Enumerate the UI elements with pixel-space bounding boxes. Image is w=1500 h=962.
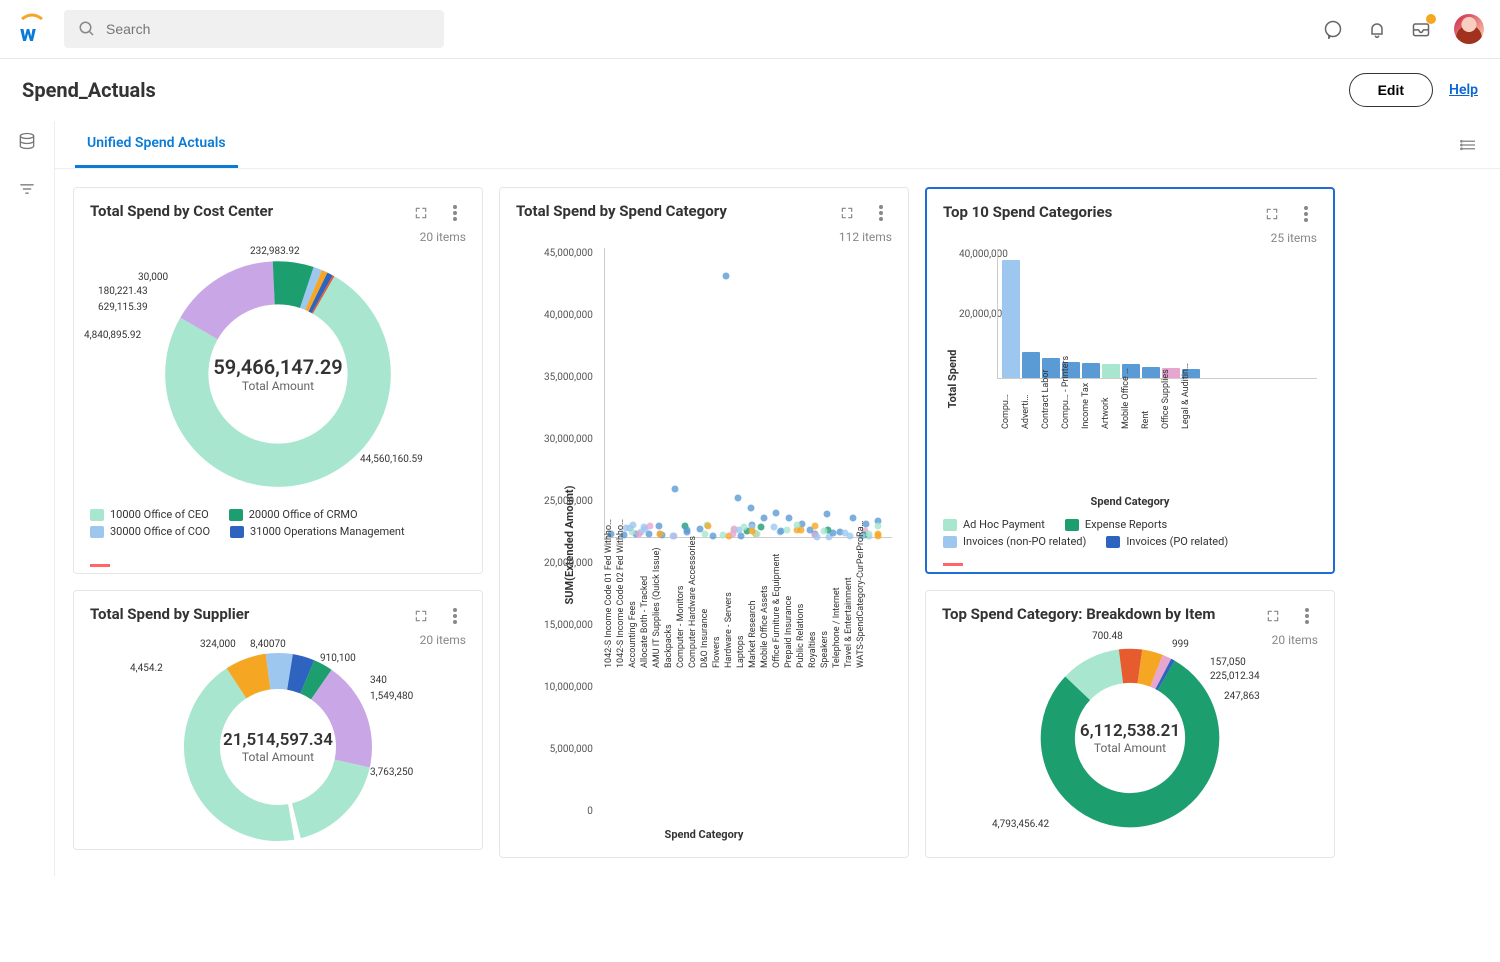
card-top10: Top 10 Spend Categories 25 items Total S… (925, 187, 1335, 574)
card-title: Total Spend by Supplier (90, 605, 400, 623)
items-count: 112 items (839, 230, 892, 244)
page-title: Spend_Actuals (22, 78, 156, 102)
user-avatar[interactable] (1454, 14, 1484, 44)
app-header: w (0, 0, 1500, 59)
legend-overflow-indicator[interactable] (943, 563, 963, 566)
card-scatter: Total Spend by Spend Category 112 items … (499, 187, 909, 858)
expand-icon[interactable] (410, 605, 432, 627)
legend-item[interactable]: 20000 Office of CRMO (229, 508, 358, 521)
content-area: Unified Spend Actuals Total Spend by Cos… (54, 121, 1500, 876)
chat-icon[interactable] (1322, 18, 1344, 40)
list-view-icon[interactable] (1458, 134, 1480, 156)
dashboard-grid: Total Spend by Cost Center 20 items (55, 169, 1500, 876)
legend-cost-center: 10000 Office of CEO 20000 Office of CRMO… (90, 508, 466, 538)
more-icon[interactable] (444, 202, 466, 224)
more-icon[interactable] (1296, 605, 1318, 627)
card-cost-center: Total Spend by Cost Center 20 items (73, 187, 483, 574)
help-link[interactable]: Help (1449, 82, 1478, 98)
card-title: Total Spend by Spend Category (516, 202, 826, 220)
donut-cost-center[interactable]: 59,466,147.29 Total Amount 232,983.92 30… (90, 254, 466, 494)
legend-item[interactable]: Ad Hoc Payment (943, 518, 1045, 531)
expand-icon[interactable] (1262, 605, 1284, 627)
legend-item[interactable]: Expense Reports (1065, 518, 1167, 531)
bar-chart[interactable]: Total Spend 40,000,00020,000,0000 Compu…… (943, 249, 1317, 508)
more-icon[interactable] (1295, 203, 1317, 225)
donut-breakdown[interactable]: 6,112,538.21 Total Amount 700.48 999 157… (942, 643, 1318, 833)
y-axis-label: Total Spend (946, 349, 959, 408)
items-count: 20 items (420, 230, 466, 244)
tab-unified-spend-actuals[interactable]: Unified Spend Actuals (75, 121, 238, 168)
card-title: Top 10 Spend Categories (943, 203, 1251, 221)
workday-logo[interactable]: w (16, 13, 48, 45)
legend-item[interactable]: Invoices (non-PO related) (943, 535, 1086, 548)
x-axis-label: Spend Category (516, 828, 892, 841)
card-supplier: Total Spend by Supplier 20 items (73, 590, 483, 850)
legend-item[interactable]: 31000 Operations Management (230, 525, 405, 538)
bell-icon[interactable] (1366, 18, 1388, 40)
search-icon (76, 18, 98, 40)
x-axis-label: Spend Category (943, 495, 1317, 508)
main-layout: Unified Spend Actuals Total Spend by Cos… (0, 121, 1500, 876)
svg-text:w: w (20, 22, 36, 45)
expand-icon[interactable] (1261, 203, 1283, 225)
header-actions (1322, 14, 1484, 44)
items-count: 20 items (420, 633, 466, 647)
search-field[interactable] (64, 10, 444, 48)
left-rail (0, 121, 54, 876)
filter-icon[interactable] (15, 177, 39, 201)
card-title: Top Spend Category: Breakdown by Item (942, 605, 1252, 623)
legend-top10: Ad Hoc Payment Expense Reports Invoices … (943, 518, 1317, 548)
donut-supplier[interactable]: 21,514,597.34 Total Amount 324,000 8,400… (90, 647, 466, 847)
inbox-badge (1426, 14, 1436, 24)
tabs: Unified Spend Actuals (55, 121, 1500, 169)
datasource-icon[interactable] (15, 129, 39, 153)
legend-item[interactable]: 30000 Office of COO (90, 525, 210, 538)
legend-item[interactable]: 10000 Office of CEO (90, 508, 209, 521)
scatter-chart[interactable]: SUM(Extended Amount) 45,000,00040,000,00… (516, 248, 892, 841)
more-icon[interactable] (870, 202, 892, 224)
card-title: Total Spend by Cost Center (90, 202, 400, 220)
page-titlebar: Spend_Actuals Edit Help (0, 59, 1500, 121)
edit-button[interactable]: Edit (1349, 73, 1433, 107)
card-breakdown: Top Spend Category: Breakdown by Item 20… (925, 590, 1335, 858)
more-icon[interactable] (444, 605, 466, 627)
search-input[interactable] (106, 21, 432, 37)
expand-icon[interactable] (836, 202, 858, 224)
items-count: 25 items (1271, 231, 1317, 245)
expand-icon[interactable] (410, 202, 432, 224)
inbox-icon[interactable] (1410, 18, 1432, 40)
legend-item[interactable]: Invoices (PO related) (1106, 535, 1228, 548)
legend-overflow-indicator[interactable] (90, 564, 110, 567)
